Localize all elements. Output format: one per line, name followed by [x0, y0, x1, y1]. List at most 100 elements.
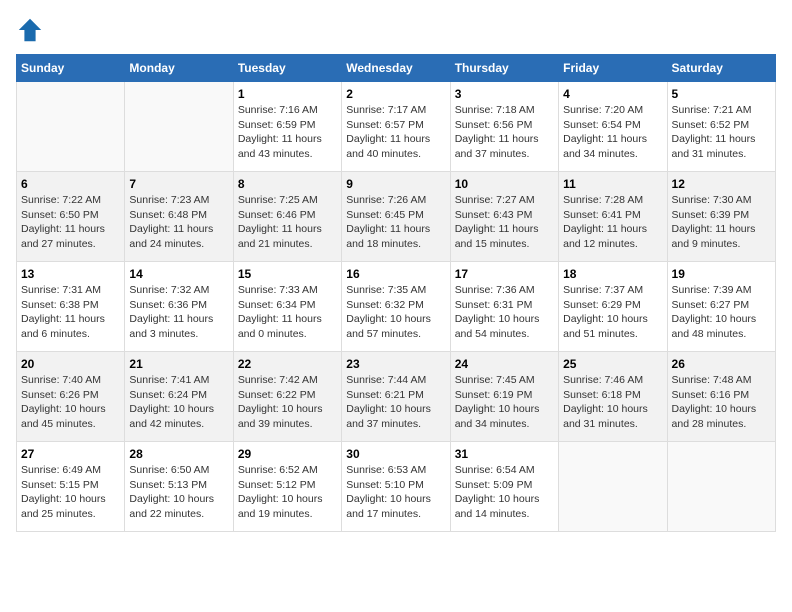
day-number: 2 — [346, 87, 445, 101]
day-number: 25 — [563, 357, 662, 371]
calendar-header-row: SundayMondayTuesdayWednesdayThursdayFrid… — [17, 55, 776, 82]
day-number: 18 — [563, 267, 662, 281]
calendar-table: SundayMondayTuesdayWednesdayThursdayFrid… — [16, 54, 776, 532]
day-number: 7 — [129, 177, 228, 191]
calendar-cell: 18 Sunrise: 7:37 AM Sunset: 6:29 PM Dayli… — [559, 262, 667, 352]
day-number: 15 — [238, 267, 337, 281]
column-header-saturday: Saturday — [667, 55, 775, 82]
day-number: 14 — [129, 267, 228, 281]
calendar-week-row: 6 Sunrise: 7:22 AM Sunset: 6:50 PM Daylig… — [17, 172, 776, 262]
calendar-cell: 17 Sunrise: 7:36 AM Sunset: 6:31 PM Dayli… — [450, 262, 558, 352]
day-info: Sunrise: 7:25 AM Sunset: 6:46 PM Dayligh… — [238, 193, 337, 252]
day-info: Sunrise: 6:53 AM Sunset: 5:10 PM Dayligh… — [346, 463, 445, 522]
day-info: Sunrise: 7:20 AM Sunset: 6:54 PM Dayligh… — [563, 103, 662, 162]
calendar-cell: 12Sunrise: 7:30 AM Sunset: 6:39 PM Dayli… — [667, 172, 775, 262]
calendar-cell: 3Sunrise: 7:18 AM Sunset: 6:56 PM Daylig… — [450, 82, 558, 172]
calendar-cell — [559, 442, 667, 532]
day-number: 26 — [672, 357, 771, 371]
day-number: 9 — [346, 177, 445, 191]
column-header-wednesday: Wednesday — [342, 55, 450, 82]
day-number: 5 — [672, 87, 771, 101]
day-number: 1 — [238, 87, 337, 101]
calendar-cell: 16Sunrise: 7:35 AM Sunset: 6:32 PM Dayli… — [342, 262, 450, 352]
column-header-tuesday: Tuesday — [233, 55, 341, 82]
day-info: Sunrise: 7:31 AM Sunset: 6:38 PM Dayligh… — [21, 283, 120, 342]
page-header — [16, 16, 776, 44]
day-number: 20 — [21, 357, 120, 371]
calendar-cell: 24 Sunrise: 7:45 AM Sunset: 6:19 PM Dayli… — [450, 352, 558, 442]
calendar-cell: 11 Sunrise: 7:28 AM Sunset: 6:41 PM Dayli… — [559, 172, 667, 262]
day-number: 23 — [346, 357, 445, 371]
day-info: Sunrise: 7:26 AM Sunset: 6:45 PM Dayligh… — [346, 193, 445, 252]
day-info: Sunrise: 7:18 AM Sunset: 6:56 PM Dayligh… — [455, 103, 554, 162]
day-info: Sunrise: 7:45 AM Sunset: 6:19 PM Dayligh… — [455, 373, 554, 432]
calendar-cell: 23 Sunrise: 7:44 AM Sunset: 6:21 PM Dayli… — [342, 352, 450, 442]
day-info: Sunrise: 7:33 AM Sunset: 6:34 PM Dayligh… — [238, 283, 337, 342]
day-info: Sunrise: 7:44 AM Sunset: 6:21 PM Dayligh… — [346, 373, 445, 432]
day-info: Sunrise: 7:40 AM Sunset: 6:26 PM Dayligh… — [21, 373, 120, 432]
calendar-cell: 25 Sunrise: 7:46 AM Sunset: 6:18 PM Dayli… — [559, 352, 667, 442]
day-info: Sunrise: 7:35 AM Sunset: 6:32 PM Dayligh… — [346, 283, 445, 342]
day-info: Sunrise: 6:52 AM Sunset: 5:12 PM Dayligh… — [238, 463, 337, 522]
day-info: Sunrise: 6:49 AM Sunset: 5:15 PM Dayligh… — [21, 463, 120, 522]
calendar-cell: 6 Sunrise: 7:22 AM Sunset: 6:50 PM Daylig… — [17, 172, 125, 262]
calendar-week-row: 1 Sunrise: 7:16 AM Sunset: 6:59 PM Daylig… — [17, 82, 776, 172]
day-number: 30 — [346, 447, 445, 461]
day-info: Sunrise: 7:17 AM Sunset: 6:57 PM Dayligh… — [346, 103, 445, 162]
calendar-cell — [125, 82, 233, 172]
day-info: Sunrise: 7:46 AM Sunset: 6:18 PM Dayligh… — [563, 373, 662, 432]
day-number: 8 — [238, 177, 337, 191]
column-header-friday: Friday — [559, 55, 667, 82]
column-header-sunday: Sunday — [17, 55, 125, 82]
day-number: 28 — [129, 447, 228, 461]
calendar-cell: 22 Sunrise: 7:42 AM Sunset: 6:22 PM Dayli… — [233, 352, 341, 442]
day-info: Sunrise: 7:21 AM Sunset: 6:52 PM Dayligh… — [672, 103, 771, 162]
day-info: Sunrise: 7:41 AM Sunset: 6:24 PM Dayligh… — [129, 373, 228, 432]
day-info: Sunrise: 7:37 AM Sunset: 6:29 PM Dayligh… — [563, 283, 662, 342]
day-info: Sunrise: 7:39 AM Sunset: 6:27 PM Dayligh… — [672, 283, 771, 342]
day-info: Sunrise: 7:32 AM Sunset: 6:36 PM Dayligh… — [129, 283, 228, 342]
day-info: Sunrise: 6:54 AM Sunset: 5:09 PM Dayligh… — [455, 463, 554, 522]
calendar-cell: 27 Sunrise: 6:49 AM Sunset: 5:15 PM Dayli… — [17, 442, 125, 532]
day-number: 17 — [455, 267, 554, 281]
day-info: Sunrise: 7:36 AM Sunset: 6:31 PM Dayligh… — [455, 283, 554, 342]
day-number: 31 — [455, 447, 554, 461]
calendar-cell: 5 Sunrise: 7:21 AM Sunset: 6:52 PM Daylig… — [667, 82, 775, 172]
day-info: Sunrise: 7:48 AM Sunset: 6:16 PM Dayligh… — [672, 373, 771, 432]
logo — [16, 16, 48, 44]
calendar-cell — [17, 82, 125, 172]
calendar-cell: 10 Sunrise: 7:27 AM Sunset: 6:43 PM Dayli… — [450, 172, 558, 262]
day-number: 27 — [21, 447, 120, 461]
calendar-cell: 1 Sunrise: 7:16 AM Sunset: 6:59 PM Daylig… — [233, 82, 341, 172]
column-header-monday: Monday — [125, 55, 233, 82]
calendar-cell: 26 Sunrise: 7:48 AM Sunset: 6:16 PM Dayli… — [667, 352, 775, 442]
column-header-thursday: Thursday — [450, 55, 558, 82]
day-info: Sunrise: 7:22 AM Sunset: 6:50 PM Dayligh… — [21, 193, 120, 252]
day-number: 11 — [563, 177, 662, 191]
calendar-cell: 4Sunrise: 7:20 AM Sunset: 6:54 PM Daylig… — [559, 82, 667, 172]
day-number: 6 — [21, 177, 120, 191]
day-number: 19 — [672, 267, 771, 281]
calendar-cell: 28 Sunrise: 6:50 AM Sunset: 5:13 PM Dayli… — [125, 442, 233, 532]
calendar-week-row: 27 Sunrise: 6:49 AM Sunset: 5:15 PM Dayli… — [17, 442, 776, 532]
calendar-cell: 7Sunrise: 7:23 AM Sunset: 6:48 PM Daylig… — [125, 172, 233, 262]
calendar-cell: 14 Sunrise: 7:32 AM Sunset: 6:36 PM Dayli… — [125, 262, 233, 352]
logo-icon — [16, 16, 44, 44]
day-info: Sunrise: 6:50 AM Sunset: 5:13 PM Dayligh… — [129, 463, 228, 522]
calendar-cell: 30 Sunrise: 6:53 AM Sunset: 5:10 PM Dayli… — [342, 442, 450, 532]
day-number: 22 — [238, 357, 337, 371]
calendar-week-row: 13 Sunrise: 7:31 AM Sunset: 6:38 PM Dayli… — [17, 262, 776, 352]
day-number: 10 — [455, 177, 554, 191]
day-info: Sunrise: 7:42 AM Sunset: 6:22 PM Dayligh… — [238, 373, 337, 432]
day-info: Sunrise: 7:28 AM Sunset: 6:41 PM Dayligh… — [563, 193, 662, 252]
calendar-cell: 31 Sunrise: 6:54 AM Sunset: 5:09 PM Dayli… — [450, 442, 558, 532]
calendar-cell: 9 Sunrise: 7:26 AM Sunset: 6:45 PM Daylig… — [342, 172, 450, 262]
day-info: Sunrise: 7:30 AM Sunset: 6:39 PM Dayligh… — [672, 193, 771, 252]
day-number: 24 — [455, 357, 554, 371]
calendar-cell: 19 Sunrise: 7:39 AM Sunset: 6:27 PM Dayli… — [667, 262, 775, 352]
day-info: Sunrise: 7:27 AM Sunset: 6:43 PM Dayligh… — [455, 193, 554, 252]
calendar-week-row: 20 Sunrise: 7:40 AM Sunset: 6:26 PM Dayli… — [17, 352, 776, 442]
day-info: Sunrise: 7:16 AM Sunset: 6:59 PM Dayligh… — [238, 103, 337, 162]
calendar-cell: 15 Sunrise: 7:33 AM Sunset: 6:34 PM Dayli… — [233, 262, 341, 352]
day-number: 13 — [21, 267, 120, 281]
